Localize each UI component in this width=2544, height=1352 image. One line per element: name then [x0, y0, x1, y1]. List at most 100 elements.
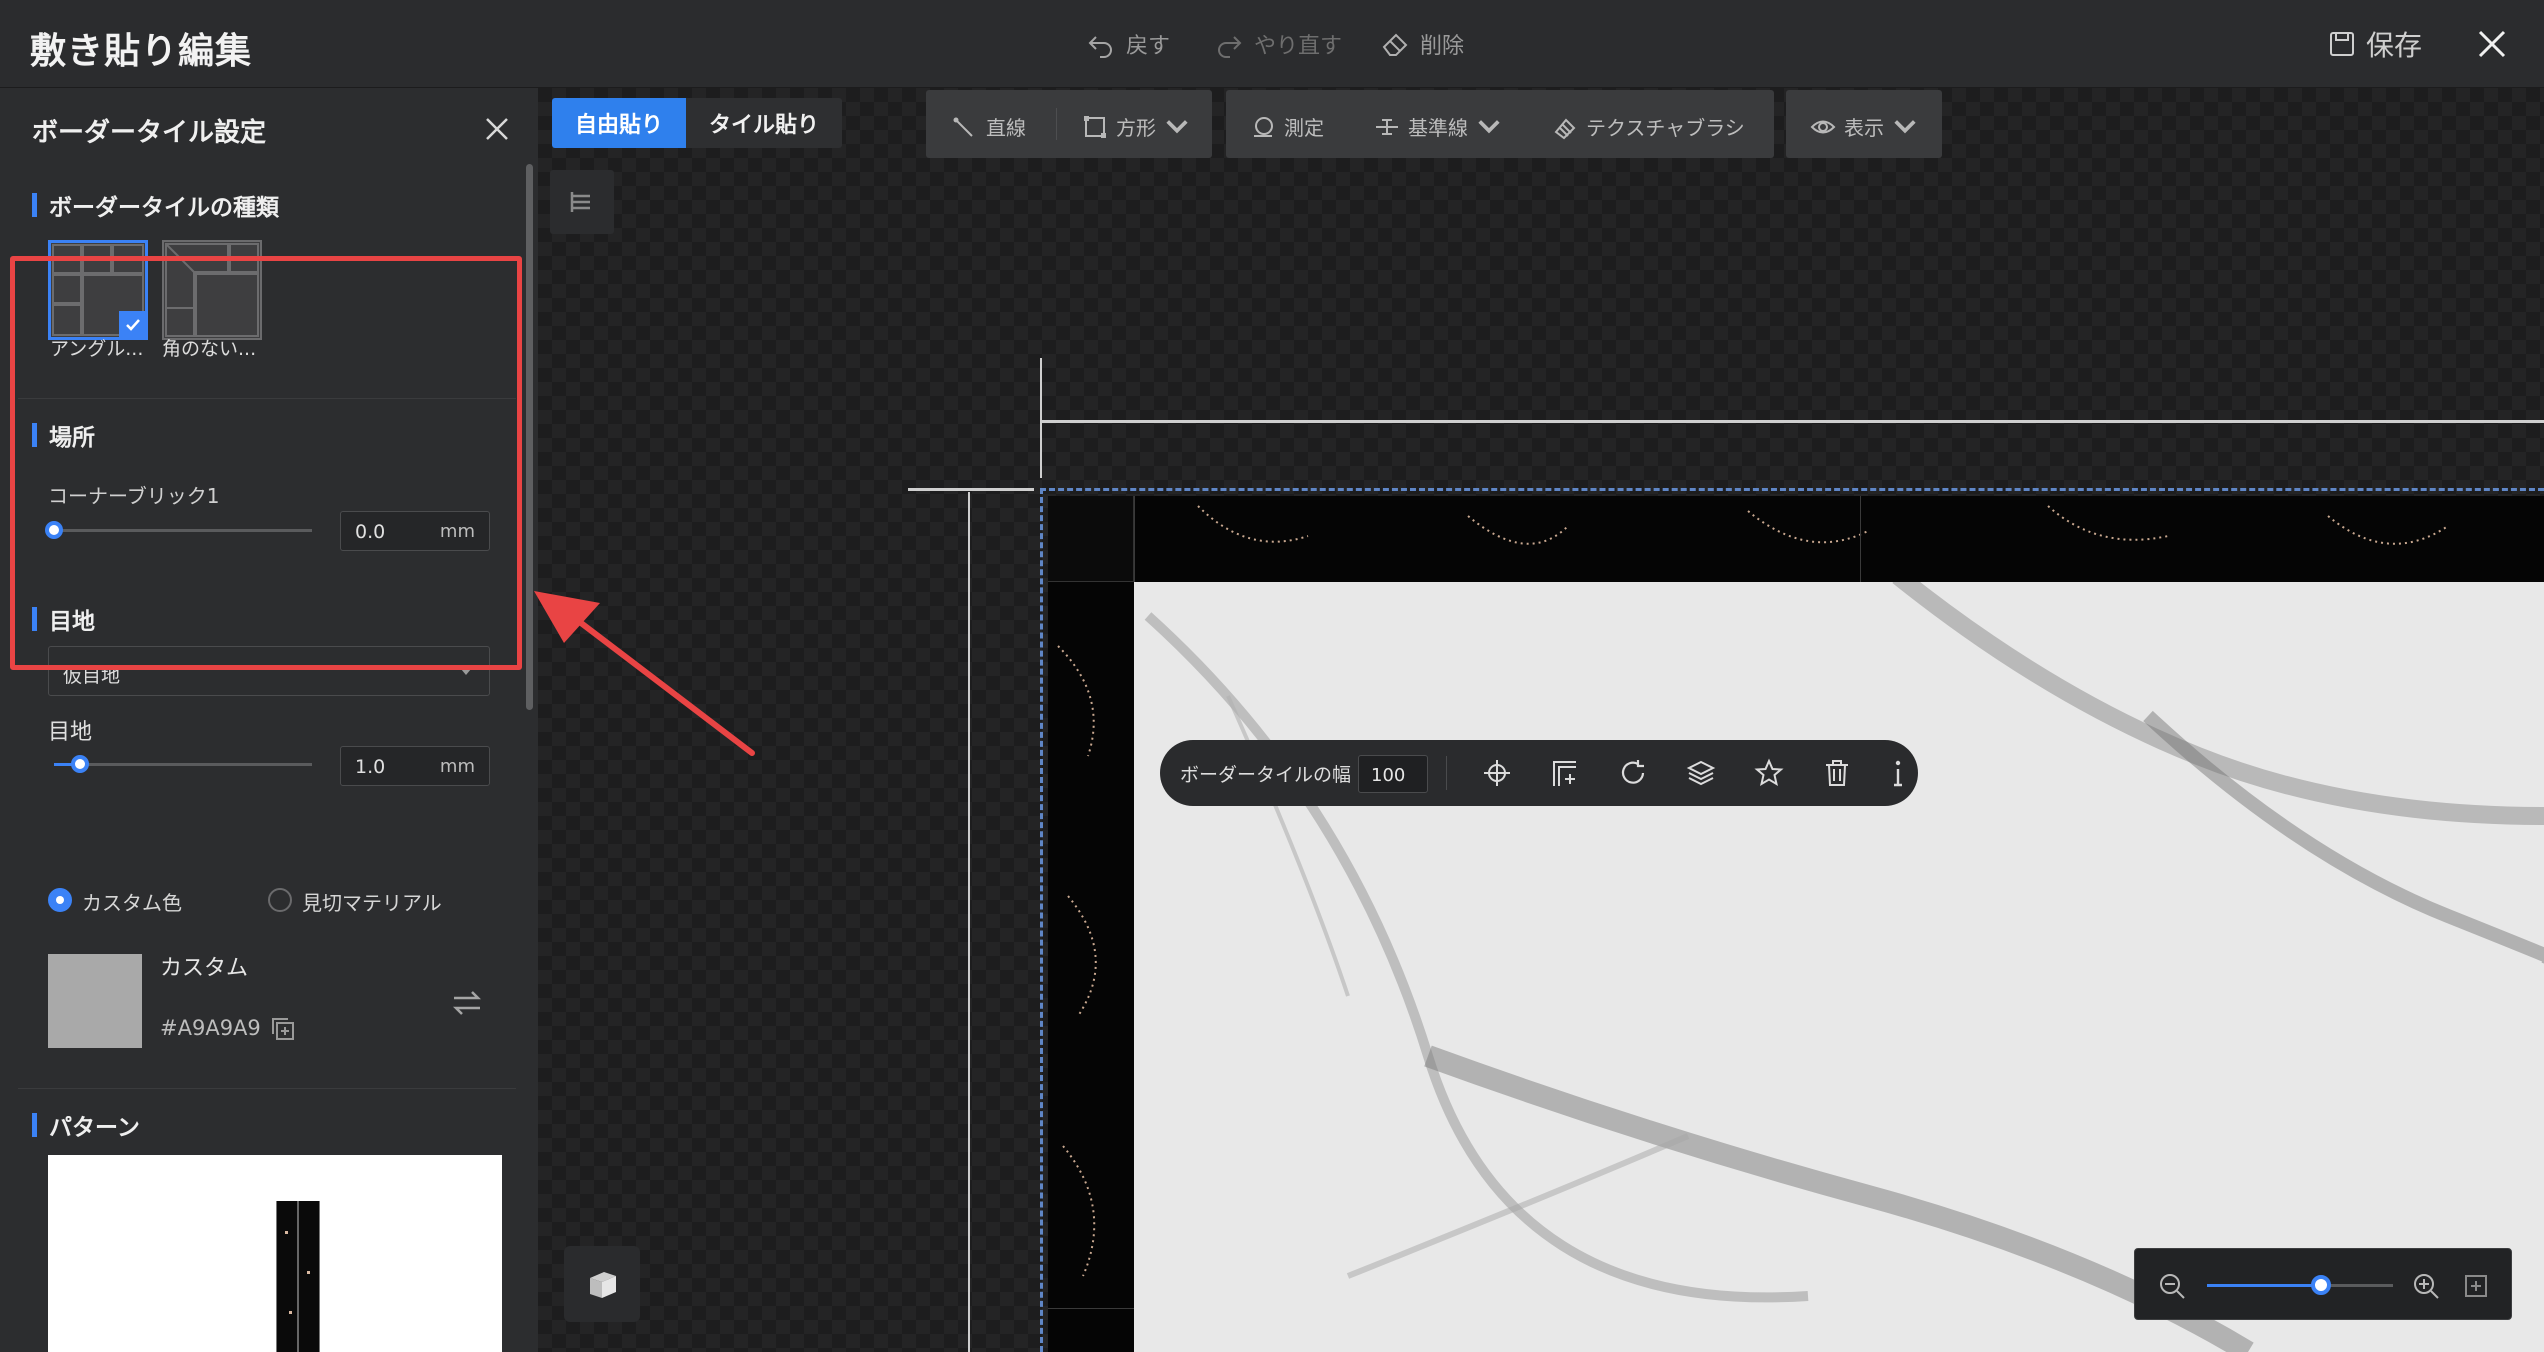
fit-icon[interactable]	[2463, 1273, 2489, 1299]
pattern-heading: パターン	[32, 1108, 140, 1142]
joint-color-hex: #A9A9A9	[160, 1016, 261, 1040]
measure-tool-label: 測定	[1284, 116, 1324, 140]
measure-icon	[1254, 116, 1273, 137]
tile-type-heading: ボーダータイルの種類	[32, 188, 279, 222]
swap-color-button[interactable]	[450, 988, 484, 1018]
mode-tab-tile[interactable]: タイル貼り	[686, 98, 842, 148]
joint-slider-track[interactable]	[54, 763, 312, 766]
close-editor-button[interactable]	[2470, 22, 2514, 66]
texture-brush-tool-label: テクスチャブラシ	[1586, 116, 1745, 140]
trash-icon	[1826, 760, 1848, 786]
save-button[interactable]: 保存	[2328, 24, 2422, 64]
zoom-slider-fill	[2207, 1284, 2321, 1287]
undo-button[interactable]: 戻す	[1086, 26, 1170, 62]
measure-tool[interactable]: 測定	[1250, 112, 1324, 141]
favorite-button[interactable]	[1754, 758, 1784, 788]
undo-icon	[1088, 36, 1112, 58]
rectangle-tool[interactable]: 方形	[1082, 112, 1190, 141]
panel-title: ボーダータイル設定	[32, 118, 267, 148]
tool-separator	[1056, 108, 1057, 140]
trim-material-radio[interactable]	[268, 888, 292, 912]
joint-width-value: 1.0	[355, 756, 386, 778]
reference-line-tool-label: 基準線	[1408, 116, 1468, 140]
dimension-line-left-vertical	[968, 492, 970, 1352]
measure-tool-group: 測定 基準線 テクスチャブラシ	[1226, 90, 1774, 158]
tile-joint	[1134, 496, 1135, 582]
close-icon	[2478, 30, 2506, 58]
delete-tile-button[interactable]	[1822, 758, 1852, 788]
joint-width-input[interactable]: 1.0 mm	[340, 746, 490, 786]
save-label: 保存	[2366, 29, 2423, 62]
annotation-arrow	[534, 591, 755, 756]
custom-color-label: カスタム色	[82, 891, 182, 915]
copy-color-button[interactable]	[270, 1016, 296, 1042]
dimension-line-horizontal	[1042, 420, 2544, 423]
line-icon	[953, 117, 973, 137]
pattern-preview: 800	[48, 1155, 502, 1352]
redo-icon	[1218, 36, 1242, 58]
display-label: 表示	[1844, 116, 1884, 140]
rotate-button[interactable]	[1618, 758, 1648, 788]
joint-color-swatch[interactable]	[48, 954, 142, 1048]
display-toggle[interactable]: 表示	[1810, 112, 1918, 141]
chevron-down-icon	[1478, 119, 1500, 133]
app-title: 敷き貼り編集	[30, 31, 253, 72]
panel-close-button[interactable]	[482, 114, 512, 144]
texture-brush-tool[interactable]: テクスチャブラシ	[1552, 112, 1745, 141]
joint-width-label: 目地	[48, 720, 93, 745]
add-corner-icon	[1553, 761, 1576, 786]
border-tile-width-input[interactable]: 100	[1358, 755, 1428, 793]
info-button[interactable]	[1890, 758, 1906, 788]
top-bar: 敷き貼り編集 戻す やり直す 削除 保存	[0, 0, 2544, 88]
outline-list-button[interactable]	[550, 170, 614, 234]
highlight-annotation-box	[10, 256, 522, 670]
floor-tile-area[interactable]	[1048, 496, 2544, 1352]
layers-button[interactable]	[1686, 758, 1716, 788]
joint-width-unit: mm	[439, 756, 475, 777]
mode-tab-free[interactable]: 自由貼り	[552, 98, 686, 148]
undo-label: 戻す	[1126, 34, 1171, 59]
line-tool-label: 直線	[986, 116, 1026, 140]
joint-color-name: カスタム	[160, 956, 249, 981]
reference-line-icon	[1376, 118, 1398, 135]
dimension-line-vertical	[1040, 358, 1042, 478]
redo-label: やり直す	[1254, 34, 1343, 59]
border-tile-top	[1048, 496, 2544, 582]
line-tool[interactable]: 直線	[952, 112, 1026, 141]
zoom-control	[2134, 1248, 2512, 1320]
tile-joint	[1860, 496, 1861, 582]
joint-slider-thumb[interactable]	[71, 755, 89, 773]
eye-icon	[1810, 120, 1836, 133]
layers-icon	[1686, 760, 1716, 786]
border-tile-width-value: 100	[1371, 765, 1406, 786]
corner-brick[interactable]	[1048, 496, 1134, 582]
marble-texture	[1048, 496, 2544, 1352]
zoom-out-icon[interactable]	[2157, 1271, 2187, 1301]
tile-joint	[1048, 1308, 1134, 1309]
rotate-icon	[1621, 760, 1645, 784]
dimension-line-left	[908, 488, 1034, 491]
zoom-in-icon[interactable]	[2411, 1271, 2441, 1301]
3d-view-button[interactable]	[564, 1246, 640, 1322]
section-divider	[18, 1088, 516, 1089]
redo-button[interactable]: やり直す	[1214, 26, 1342, 62]
add-corner-button[interactable]	[1550, 758, 1580, 788]
reference-line-tool[interactable]: 基準線	[1374, 112, 1502, 141]
position-button[interactable]	[1482, 758, 1512, 788]
crosshair-icon	[1484, 760, 1510, 786]
copy-icon	[272, 1018, 294, 1040]
border-tile-width-label: ボーダータイルの幅	[1180, 764, 1352, 786]
save-icon	[2330, 32, 2354, 56]
border-tile-floating-toolbar: ボーダータイルの幅 100	[1160, 740, 1918, 806]
trim-material-label: 見切マテリアル	[302, 891, 442, 915]
display-tool-group: 表示	[1786, 90, 1942, 158]
border-tile-left	[1048, 496, 1134, 1352]
zoom-slider-thumb[interactable]	[2311, 1275, 2331, 1295]
toolbar-separator	[1446, 756, 1447, 790]
swap-icon	[452, 991, 482, 1015]
panel-header: ボーダータイル設定	[0, 88, 538, 170]
pattern-tile-strip	[276, 1201, 320, 1352]
custom-color-radio[interactable]	[48, 888, 72, 912]
delete-button[interactable]: 削除	[1380, 26, 1464, 62]
border-tile-settings-panel: ボーダータイル設定 ボーダータイルの種類 アングル... 角のない... 場所 …	[0, 88, 538, 1352]
